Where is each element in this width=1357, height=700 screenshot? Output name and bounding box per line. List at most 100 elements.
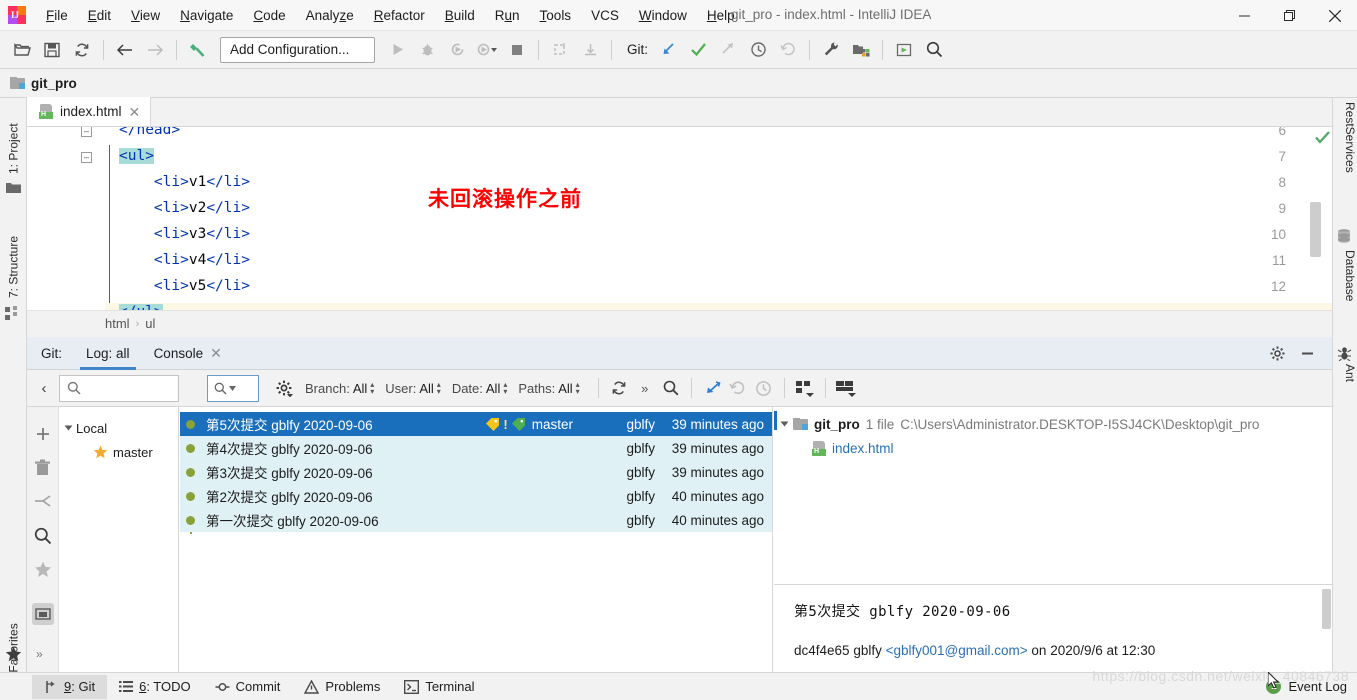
close-icon[interactable]: ✕ xyxy=(210,346,222,360)
tab-console[interactable]: Console ✕ xyxy=(142,337,234,370)
settings-wrench-icon[interactable] xyxy=(817,37,845,63)
close-icon[interactable]: ✕ xyxy=(129,105,141,119)
status-item-commit[interactable]: Commit xyxy=(203,675,293,699)
tool-window-icon[interactable] xyxy=(890,37,918,63)
sidebar-item-database[interactable]: Database xyxy=(1332,250,1357,328)
editor-gutter[interactable] xyxy=(27,127,105,336)
favorite-star-icon[interactable] xyxy=(34,561,52,579)
gear-dropdown-icon[interactable] xyxy=(271,375,297,401)
save-all-icon[interactable] xyxy=(38,37,66,63)
fold-marker[interactable]: – xyxy=(81,127,92,137)
editor-scrollbar-thumb[interactable] xyxy=(1310,202,1321,257)
chevron-down-icon[interactable] xyxy=(64,425,73,431)
status-item-todo[interactable]: 6: TODO xyxy=(107,675,203,699)
branch-tree[interactable]: Local master xyxy=(59,407,179,672)
menu-vcs[interactable]: VCS xyxy=(581,4,629,27)
git-update-icon[interactable] xyxy=(654,37,682,63)
table-row[interactable]: 第3次提交 gblfy 2020-09-06 gblfy 39 minutes … xyxy=(180,460,772,484)
breadcrumb-ul[interactable]: ul xyxy=(145,316,155,331)
commit-list[interactable]: 第5次提交 gblfy 2020-09-06 ! master gblfy 39… xyxy=(180,407,773,672)
git-history-icon[interactable] xyxy=(744,37,772,63)
menu-navigate[interactable]: Navigate xyxy=(170,4,243,27)
branch-item-master[interactable]: master xyxy=(59,440,178,464)
sidebar-item-restservices[interactable]: RestServices xyxy=(1332,102,1357,202)
git-commit-checkmark-icon[interactable] xyxy=(684,37,712,63)
chevron-down-icon[interactable] xyxy=(780,421,789,427)
build-hammer-icon[interactable] xyxy=(184,37,212,63)
stop-icon[interactable] xyxy=(503,37,531,63)
minimize-button[interactable] xyxy=(1222,0,1267,31)
collapse-chevron-icon[interactable]: ‹ xyxy=(31,375,57,401)
attach-icon[interactable] xyxy=(546,37,574,63)
update-project-icon[interactable] xyxy=(576,37,604,63)
fold-marker[interactable]: – xyxy=(81,152,92,163)
editor-tab-index-html[interactable]: H index.html ✕ xyxy=(27,97,152,126)
search-icon[interactable] xyxy=(34,527,52,545)
changed-file-row[interactable]: H index.html xyxy=(774,436,1332,460)
run-configuration-selector[interactable]: Add Configuration... xyxy=(220,36,375,63)
filter-paths[interactable]: Paths: All ▴ ▾ xyxy=(518,381,579,396)
search-everywhere-icon[interactable] xyxy=(920,37,948,63)
go-to-hash-icon[interactable] xyxy=(699,375,725,401)
changed-files-root-row[interactable]: git_pro 1 file C:\Users\Administrator.DE… xyxy=(774,412,1332,436)
status-item-problems[interactable]: Problems xyxy=(292,675,392,699)
menu-analyze[interactable]: Analyze xyxy=(296,4,364,27)
sidebar-item-structure[interactable]: 7: Structure xyxy=(0,210,27,302)
gear-icon[interactable] xyxy=(1264,341,1290,367)
revert-icon[interactable] xyxy=(725,375,751,401)
inspection-ok-icon[interactable] xyxy=(1315,131,1330,148)
menu-edit[interactable]: Edit xyxy=(78,4,121,27)
menu-code[interactable]: Code xyxy=(243,4,295,27)
filter-user[interactable]: User: All ▴ ▾ xyxy=(385,381,441,396)
breadcrumb-project-name[interactable]: git_pro xyxy=(31,76,77,91)
table-row[interactable]: 第一次提交 gblfy 2020-09-06 gblfy 40 minutes … xyxy=(180,508,772,532)
table-row[interactable]: 第4次提交 gblfy 2020-09-06 gblfy 39 minutes … xyxy=(180,436,772,460)
details-scrollbar-thumb[interactable] xyxy=(1322,589,1331,629)
menu-file[interactable]: File xyxy=(36,4,78,27)
event-log-label[interactable]: Event Log xyxy=(1288,679,1347,694)
sync-icon[interactable] xyxy=(68,37,96,63)
branch-search-input[interactable] xyxy=(59,374,179,402)
filter-date[interactable]: Date: All ▴ ▾ xyxy=(452,381,508,396)
changed-files-tree[interactable]: git_pro 1 file C:\Users\Administrator.DE… xyxy=(774,407,1332,585)
maximize-button[interactable] xyxy=(1267,0,1312,31)
code-editor[interactable]: 6 7 8 9 10 11 12 – – </head> <ul> <li>v1… xyxy=(27,127,1332,336)
log-filter-search-input[interactable] xyxy=(207,374,259,402)
run-with-coverage-icon[interactable] xyxy=(443,37,471,63)
breadcrumb-html[interactable]: html xyxy=(105,316,130,331)
git-push-icon[interactable] xyxy=(714,37,742,63)
git-rollback-icon[interactable] xyxy=(774,37,802,63)
menu-refactor[interactable]: Refactor xyxy=(364,4,435,27)
branch-toolbar-overflow[interactable]: » xyxy=(36,647,43,661)
menu-window[interactable]: Window xyxy=(629,4,697,27)
profile-icon[interactable] xyxy=(473,37,501,63)
menu-build[interactable]: Build xyxy=(435,4,485,27)
run-icon[interactable] xyxy=(383,37,411,63)
hide-window-icon[interactable] xyxy=(1294,341,1320,367)
show-diff-icon[interactable] xyxy=(792,375,818,401)
menu-tools[interactable]: Tools xyxy=(530,4,582,27)
debug-icon[interactable] xyxy=(413,37,441,63)
commit-author-email[interactable]: <gblfy001@gmail.com> xyxy=(886,643,1028,658)
project-structure-icon[interactable] xyxy=(847,37,875,63)
status-item-terminal[interactable]: Terminal xyxy=(392,675,486,699)
sidebar-item-ant[interactable]: Ant xyxy=(1332,364,1357,402)
toolbar-overflow-icon[interactable]: » xyxy=(632,375,658,401)
history-icon[interactable] xyxy=(751,375,777,401)
log-text-search-icon[interactable] xyxy=(658,375,684,401)
status-item-git[interactable]: 9: Git xyxy=(32,674,108,699)
table-row[interactable]: 第5次提交 gblfy 2020-09-06 ! master gblfy 39… xyxy=(180,412,772,436)
forward-arrow-icon[interactable] xyxy=(141,37,169,63)
add-icon[interactable] xyxy=(34,425,52,443)
back-arrow-icon[interactable] xyxy=(111,37,139,63)
open-folder-icon[interactable] xyxy=(8,37,36,63)
menu-view[interactable]: View xyxy=(121,4,170,27)
refresh-icon[interactable] xyxy=(606,375,632,401)
table-row[interactable]: 第2次提交 gblfy 2020-09-06 gblfy 40 minutes … xyxy=(180,484,772,508)
menu-run[interactable]: Run xyxy=(485,4,530,27)
delete-icon[interactable] xyxy=(34,459,52,477)
show-branches-icon[interactable] xyxy=(32,603,54,625)
close-button[interactable] xyxy=(1312,0,1357,31)
collapse-icon[interactable] xyxy=(34,493,52,511)
sidebar-item-project[interactable]: 1: Project xyxy=(0,100,27,178)
